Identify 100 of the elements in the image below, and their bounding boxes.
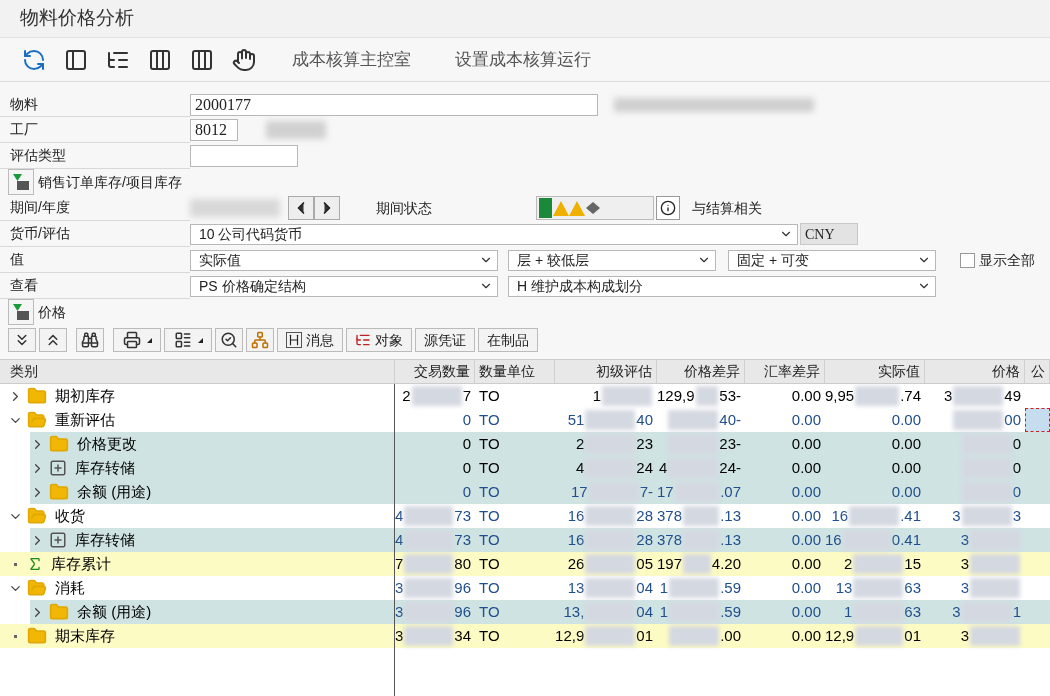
- table-cell-text: 0.00: [791, 529, 821, 550]
- plant-field[interactable]: 8012: [190, 119, 238, 141]
- tree-item-label[interactable]: 库存转储: [75, 528, 135, 552]
- column-header[interactable]: 类别: [10, 361, 38, 382]
- plus-box-icon: [49, 531, 67, 549]
- tree-item-label[interactable]: 消耗: [55, 576, 85, 600]
- dropdown-field[interactable]: 实际值: [190, 249, 498, 271]
- table-cell-text: 1: [659, 601, 669, 622]
- table-cell-text: 17: [570, 481, 588, 502]
- table-cell-text: 3: [960, 577, 969, 598]
- selected-cell[interactable]: [1025, 408, 1050, 432]
- column-header[interactable]: 公: [1031, 361, 1045, 382]
- toggle-button[interactable]: [8, 299, 34, 325]
- table-cell-text: 53-: [719, 385, 741, 406]
- column-header[interactable]: 价格差异: [684, 361, 740, 382]
- blurred-text: [853, 554, 904, 574]
- dropdown-field[interactable]: 10 公司代码货币: [190, 223, 798, 245]
- blurred-text: [669, 626, 720, 646]
- table-cell-text: TO: [479, 457, 500, 478]
- table-cell-text: 0: [462, 409, 471, 430]
- dropdown-field[interactable]: PS 价格确定结构: [190, 275, 498, 297]
- table-cell-text: 04: [636, 601, 653, 622]
- tree-item-label[interactable]: 库存累计: [51, 552, 111, 576]
- printer-icon: [122, 331, 141, 349]
- column-header[interactable]: 实际值: [878, 361, 920, 382]
- table-cell-text: 23-: [719, 433, 741, 454]
- table-cell-text: 4.20: [711, 553, 741, 574]
- arrow-box-icon: [12, 303, 30, 321]
- printer-button[interactable]: [113, 328, 161, 352]
- toolbar-button[interactable]: 对象: [346, 328, 412, 352]
- table-cell-text: .59: [720, 601, 741, 622]
- layout-button[interactable]: [164, 328, 212, 352]
- tree-item-label[interactable]: 期末库存: [55, 624, 115, 648]
- tree-item-label[interactable]: 收货: [55, 504, 85, 528]
- table-cell-text: TO: [479, 385, 500, 406]
- tree-item-label[interactable]: 价格更改: [77, 432, 137, 456]
- table-cell-text: 00: [1004, 409, 1021, 430]
- checkbox-label: 显示全部: [979, 250, 1035, 270]
- table-row[interactable]: 期末库存 3 34 TO 12,9 01 .00 0.00 12,9 01 3: [0, 624, 1050, 648]
- table-cell-text: 40: [636, 409, 653, 430]
- table-cell-text: 0: [462, 457, 471, 478]
- table-cell-text: 7: [395, 553, 404, 574]
- folder-icon: [49, 434, 69, 454]
- table-cell-text: 16: [567, 529, 585, 550]
- tree-item-label[interactable]: 期初库存: [55, 384, 115, 408]
- info-button[interactable]: [656, 196, 680, 220]
- table-cell-text: 4: [395, 529, 404, 550]
- layout-icon: [173, 331, 192, 349]
- expand-all-button[interactable]: [8, 328, 36, 352]
- toolbar-button[interactable]: 在制品: [478, 328, 538, 352]
- toolbar-button[interactable]: 成本核算主控室: [282, 46, 421, 73]
- table-cell-text: 16: [825, 529, 842, 550]
- table-cell-text: 0.00: [791, 433, 821, 454]
- table-cell-text: 63: [904, 601, 921, 622]
- blurred-text: [849, 506, 900, 526]
- previous-button[interactable]: [288, 196, 314, 220]
- valuation-type-field[interactable]: [190, 145, 298, 167]
- search-icon: [220, 331, 238, 349]
- table-cell-text: 0.00: [791, 553, 821, 574]
- table-cell-text: 28: [636, 529, 653, 550]
- blurred-text: [669, 578, 720, 598]
- material-field[interactable]: 2000177: [190, 93, 598, 116]
- table-cell-text: TO: [479, 601, 500, 622]
- next-button[interactable]: [314, 196, 340, 220]
- column-header[interactable]: 初级评估: [596, 361, 652, 382]
- field-label: 物料: [10, 94, 38, 114]
- table-cell-text: 3: [952, 601, 961, 622]
- dropdown-field[interactable]: 固定 + 可变: [728, 249, 936, 271]
- column-header[interactable]: 汇率差异: [764, 361, 820, 382]
- table-cell-text: 0: [1012, 481, 1021, 502]
- toolbar-button[interactable]: 设置成本核算运行: [445, 46, 601, 73]
- table-cell-text: 2: [843, 553, 853, 574]
- blurred-text: [266, 121, 326, 139]
- blurred-text: [585, 506, 636, 526]
- table-row[interactable]: 库存累计 7 80 TO 26 05 197 4.20 0.00 2 15 3: [0, 552, 1050, 576]
- folder-icon: [27, 386, 47, 406]
- open-folder-icon: [27, 410, 47, 430]
- table-cell-text: 197: [657, 553, 683, 574]
- blurred-text: [953, 386, 1004, 406]
- dropdown-field[interactable]: 层 + 较低层: [508, 249, 716, 271]
- tree-item-label[interactable]: 库存转储: [75, 456, 135, 480]
- table-cell-text: TO: [479, 529, 500, 550]
- toggle-button[interactable]: [8, 169, 34, 195]
- toolbar-button[interactable]: 源凭证: [415, 328, 475, 352]
- tree-item-label[interactable]: 重新评估: [55, 408, 115, 432]
- section-label: 价格: [38, 302, 66, 322]
- list-tree-icon: [355, 332, 371, 348]
- checkbox[interactable]: [960, 252, 975, 268]
- column-header[interactable]: 价格: [992, 361, 1020, 382]
- toolbar-button[interactable]: 消息: [277, 328, 343, 352]
- dropdown-field[interactable]: H 维护成本构成划分: [508, 275, 936, 297]
- collapse-all-button[interactable]: [39, 328, 67, 352]
- table-cell-text: 0.00: [791, 385, 821, 406]
- table-cell-text: 04: [636, 577, 653, 598]
- column-header[interactable]: 交易数量: [414, 361, 470, 382]
- table-cell-text: 378: [657, 529, 683, 550]
- table-cell-text: .74: [900, 385, 921, 406]
- binoculars-button[interactable]: [76, 328, 104, 352]
- search-button[interactable]: [215, 328, 243, 352]
- column-header[interactable]: 数量单位: [479, 361, 535, 382]
